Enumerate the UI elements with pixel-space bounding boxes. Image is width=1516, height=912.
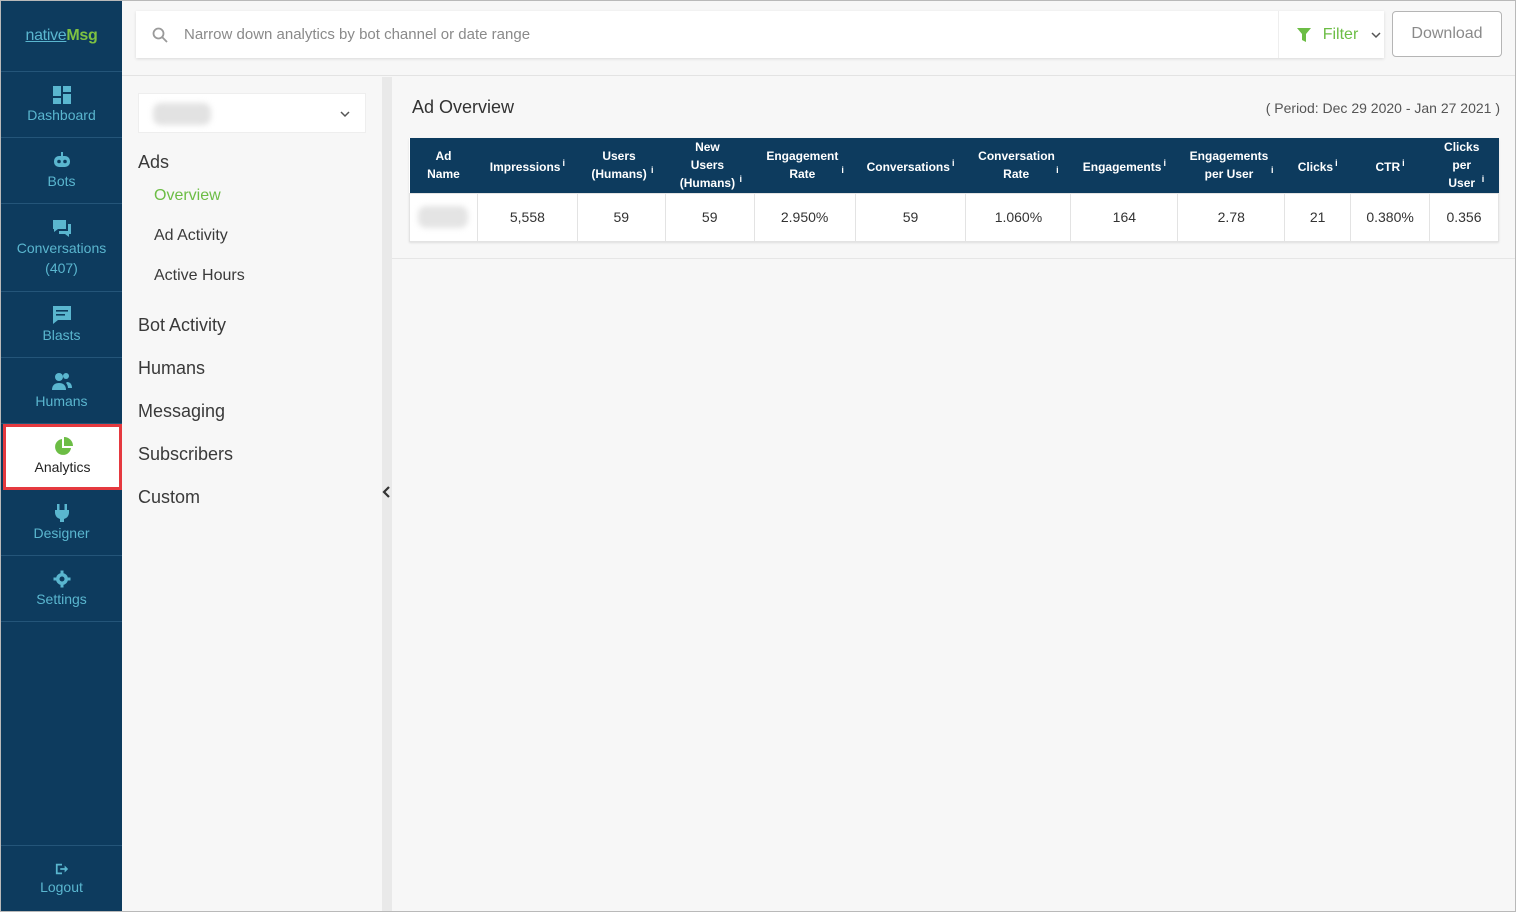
cell-ctr: 0.380% [1350,192,1430,242]
subnav-ads[interactable]: Ads [138,152,169,173]
search-box: Filter [136,11,1384,58]
nav-designer[interactable]: Designer [1,490,122,556]
message-icon [52,305,71,324]
bot-select-value-redacted [153,103,211,125]
subnav-active-hours[interactable]: Active Hours [154,267,245,285]
ad-name-redacted [418,206,469,228]
info-icon[interactable]: i [1271,165,1274,175]
nav-logout-label: Logout [40,879,83,895]
nav-dashboard[interactable]: Dashboard [1,72,122,138]
chevron-left-icon [382,486,390,498]
bot-select[interactable] [138,93,366,133]
cell-new-users: 59 [664,192,755,242]
info-icon[interactable]: i [1163,158,1166,168]
col-new-users[interactable]: New Users (Humans) i [665,138,755,193]
nav-analytics[interactable]: Analytics [3,424,122,490]
nav-blasts-label: Blasts [42,326,81,343]
logo-text-msg: Msg [66,27,98,44]
nav-dashboard-label: Dashboard [27,106,96,123]
subnav-messaging[interactable]: Messaging [138,401,225,422]
col-conversations[interactable]: Conversations i [855,138,966,193]
cell-conversation-rate: 1.060% [965,192,1072,242]
nav-blasts[interactable]: Blasts [1,292,122,358]
nav-settings[interactable]: Settings [1,556,122,622]
nav-conversations[interactable]: Conversations (407) [1,204,122,292]
logo-text-native: native [25,27,67,44]
nav-conversations-label: Conversations [16,239,107,256]
info-icon[interactable]: i [562,158,565,168]
subnav-ad-activity[interactable]: Ad Activity [154,227,228,245]
cell-engagements: 164 [1070,192,1179,242]
cell-impressions: 5,558 [476,192,578,242]
nav-bots-label: Bots [47,172,76,189]
col-ctr[interactable]: CTR i [1350,138,1430,193]
funnel-icon [1296,27,1311,42]
nav-logout[interactable]: Logout [1,845,122,911]
chevron-down-icon [340,111,350,118]
gear-icon [53,570,70,587]
info-icon[interactable]: i [952,158,955,168]
col-engagements-per-user[interactable]: Engagements per User i [1177,138,1285,193]
filter-button[interactable]: Filter [1278,11,1384,58]
table-row[interactable]: 5,558 59 59 2.950% 59 1.060% 164 2.78 21… [409,192,1499,242]
search-input[interactable] [184,26,1244,43]
col-clicks[interactable]: Clicks i [1284,138,1351,193]
col-users[interactable]: Users (Humans) i [577,138,666,193]
col-engagement-rate[interactable]: Engagement Rate i [754,138,856,193]
collapse-handle[interactable] [382,77,392,911]
cell-engagement-rate: 2.950% [753,192,856,242]
info-icon[interactable]: i [1482,174,1485,184]
nav-humans-label: Humans [35,392,88,409]
col-engagements[interactable]: Engagements i [1070,138,1178,193]
plug-icon [54,503,69,522]
dashboard-icon [52,85,71,104]
logout-icon [55,863,68,875]
col-clicks-per-user[interactable]: Clicks per User i [1429,138,1499,193]
ad-overview-panel: Ad Overview ( Period: Dec 29 2020 - Jan … [392,77,1515,259]
main-nav: nativeMsg Dashboard Bots Conversations (… [1,1,122,911]
conversations-icon [52,219,71,237]
robot-icon [53,151,70,167]
col-ad-name: Ad Name [409,138,478,193]
nav-conversations-count: (407) [45,259,78,276]
top-bar: Filter Download [122,1,1515,76]
subnav-bot-activity[interactable]: Bot Activity [138,315,226,336]
table-header-row: Ad Name Impressions i Users (Humans) i New… [409,138,1499,193]
cell-clicks-per-user: 0.356 [1429,192,1499,242]
info-icon[interactable]: i [1056,165,1059,175]
info-icon[interactable]: i [1402,158,1405,168]
nav-bots[interactable]: Bots [1,138,122,204]
nav-analytics-label: Analytics [34,459,91,475]
nav-designer-label: Designer [33,524,90,541]
cell-users: 59 [576,192,666,242]
ad-overview-table: Ad Name Impressions i Users (Humans) i New… [409,138,1499,242]
subnav-humans[interactable]: Humans [138,358,205,379]
pie-chart-icon [54,437,73,455]
col-conversation-rate[interactable]: Conversation Rate i [965,138,1071,193]
logo[interactable]: nativeMsg [1,1,122,72]
cell-clicks: 21 [1284,192,1352,242]
subnav-overview[interactable]: Overview [154,187,221,205]
cell-ad-name [409,192,478,242]
info-icon[interactable]: i [841,165,844,175]
cell-engagements-per-user: 2.78 [1177,192,1286,242]
col-impressions[interactable]: Impressions i [477,138,578,193]
period-label: ( Period: Dec 29 2020 - Jan 27 2021 ) [1265,100,1500,116]
users-icon [51,372,72,390]
subnav-subscribers[interactable]: Subscribers [138,444,233,465]
info-icon[interactable]: i [1335,158,1338,168]
page-title: Ad Overview [412,97,515,117]
analytics-subnav: Ads Overview Ad Activity Active Hours Bo… [122,77,382,911]
filter-label: Filter [1322,25,1359,43]
nav-settings-label: Settings [36,590,87,607]
cell-conversations: 59 [854,192,967,242]
download-button[interactable]: Download [1392,11,1502,57]
nav-humans[interactable]: Humans [1,358,122,424]
info-icon[interactable]: i [651,165,654,175]
search-icon [152,27,168,43]
chevron-down-icon [1371,31,1381,38]
info-icon[interactable]: i [739,174,742,184]
subnav-custom[interactable]: Custom [138,487,200,508]
app-window: nativeMsg Dashboard Bots Conversations (… [0,0,1516,912]
